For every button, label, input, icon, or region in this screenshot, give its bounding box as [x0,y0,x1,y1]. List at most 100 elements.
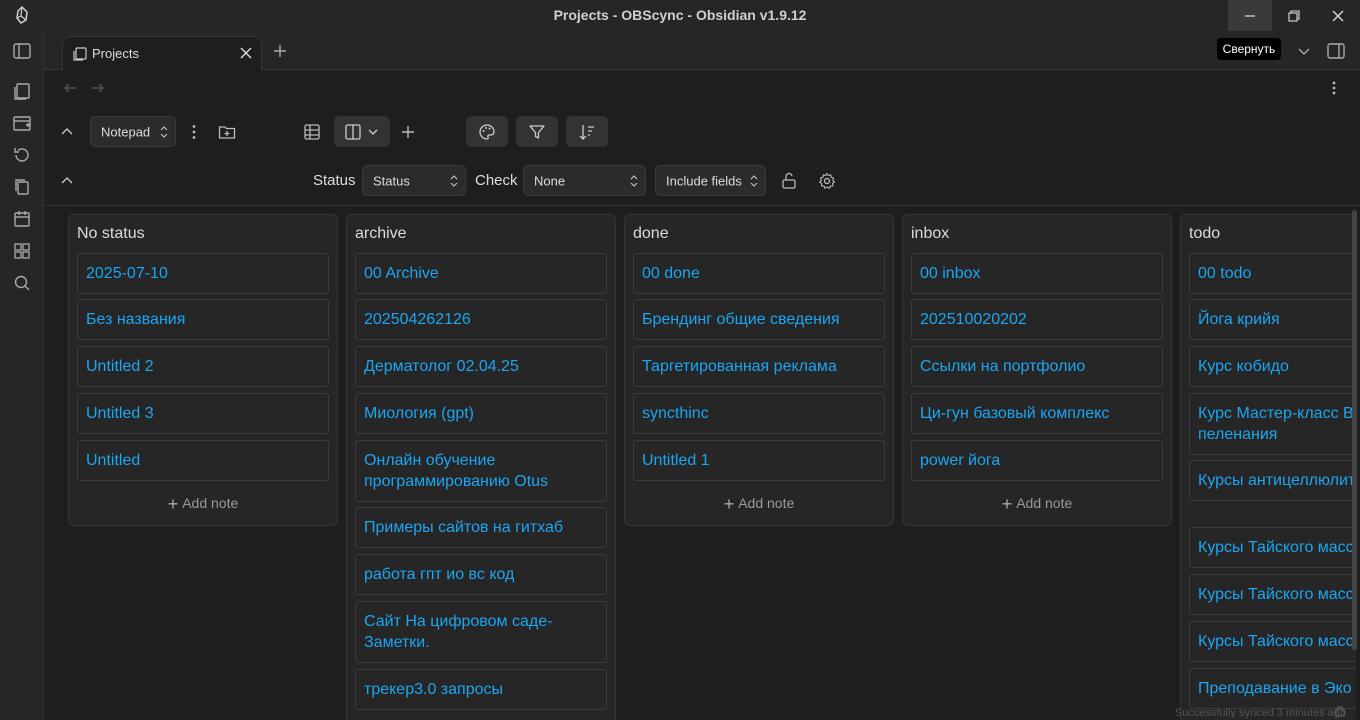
sync-status-text: Successfully synced 3 minutes ago [1174,707,1346,719]
tab-label: Projects [92,46,139,61]
column-title: No status [77,225,145,242]
columns-icon [345,123,361,140]
note-card[interactable]: Таргетированная реклама [633,346,885,387]
note-card[interactable]: Ссылки на портфолио [911,346,1163,387]
search-icon[interactable] [12,273,32,293]
arrow-right-icon[interactable] [90,80,106,96]
include-fields-select[interactable]: Include fields [655,165,766,196]
gear-icon[interactable] [818,172,836,190]
add-note-button[interactable]: + Add note [69,494,337,515]
restore-icon [1288,9,1300,22]
close-window-button[interactable] [1316,0,1360,31]
add-note-label: Add note [1016,495,1073,511]
updown-chevron-icon [160,125,168,138]
note-card[interactable]: Untitled [77,440,329,481]
note-card[interactable]: работа гпт ио вс код [355,554,607,595]
board-column-archive: archive 00 Archive 202504262126 Дерматол… [346,214,616,720]
calendar-icon[interactable] [12,209,32,229]
close-tab-icon[interactable] [239,46,253,60]
color-button[interactable] [466,116,508,147]
sort-icon [579,124,594,140]
note-card[interactable]: Курс кобидо [1189,346,1356,387]
check-field-value: None [534,173,566,188]
pages-icon[interactable] [12,81,32,101]
sync-icon[interactable] [1334,706,1346,718]
vertical-scrollbar[interactable] [1352,210,1357,650]
more-options-icon[interactable] [1326,80,1342,96]
table-icon[interactable] [303,123,321,141]
note-card[interactable]: Ци-гун базовый комплекс [911,393,1163,434]
note-card[interactable]: Примеры сайтов на гитхаб [355,507,607,548]
add-note-button[interactable]: + Add note [903,494,1171,515]
chevron-down-icon[interactable] [1296,43,1312,59]
note-card[interactable]: Без названия [77,299,329,340]
minimize-button[interactable] [1228,0,1272,31]
minimize-tooltip: Свернуть [1217,38,1281,60]
pages-icon [73,47,87,61]
view-select[interactable]: Notepad [90,116,176,147]
more-vertical-icon[interactable] [185,123,203,141]
tab-projects[interactable]: Projects [62,36,262,70]
note-card[interactable]: Курсы антицеллюлит массажа [1189,460,1356,501]
sort-button[interactable] [566,116,608,147]
arrow-left-icon[interactable] [62,80,78,96]
sidebar-toggle-icon[interactable] [12,41,32,61]
note-card[interactable]: power йога [911,440,1163,481]
add-note-label: Add note [738,495,795,511]
plus-icon[interactable] [399,123,417,141]
chevron-up-icon[interactable] [58,172,76,190]
add-note-button[interactable]: + Add note [625,494,893,515]
note-card[interactable]: Йога крийя [1189,299,1356,340]
canvas-icon[interactable] [12,113,32,133]
note-card[interactable]: Брендинг общие сведения [633,299,885,340]
check-field-select[interactable]: None [523,165,646,196]
copy-icon[interactable] [12,177,32,197]
board-column-inbox: inbox 00 inbox 202510020202 Ссылки на по… [902,214,1172,526]
note-card[interactable]: трекер3.0 запросы [355,669,607,710]
note-card[interactable]: Сайт На цифровом саде- Заметки. [355,601,607,663]
note-card[interactable]: Миология (gpt) [355,393,607,434]
column-title: done [633,225,669,242]
history-icon[interactable] [12,145,32,165]
note-card[interactable]: 202504262126 [355,299,607,340]
note-card[interactable]: Курсы Тайского масс [1189,527,1356,568]
note-card[interactable]: 00 todo [1189,253,1356,294]
filter-button[interactable] [516,116,558,147]
note-card[interactable]: 00 Archive [355,253,607,294]
chevron-up-icon[interactable] [58,123,76,141]
note-card[interactable]: Дерматолог 02.04.25 [355,346,607,387]
note-card[interactable]: Untitled 2 [77,346,329,387]
sync-status: Successfully synced 3 minutes ago [1175,707,1346,719]
note-card[interactable]: Онлайн обучение программированию Otus [355,440,607,502]
note-card[interactable]: 202510020202 [911,299,1163,340]
updown-chevron-icon [750,174,758,187]
note-card[interactable]: Курсы Тайского масс [1189,621,1356,662]
chevron-down-icon [368,129,378,135]
add-note-label: Add note [182,495,239,511]
right-sidebar-toggle-icon[interactable] [1326,41,1346,61]
note-card[interactable]: Курс Мастер-класс В пеленания [1189,393,1356,455]
board-view-button[interactable] [334,116,390,147]
note-card[interactable]: 2025-07-10 [77,253,329,294]
note-card[interactable]: Untitled 3 [77,393,329,434]
unlock-icon[interactable] [780,172,798,190]
new-tab-icon[interactable] [272,43,288,59]
updown-chevron-icon [450,174,458,187]
note-card[interactable]: Курсы Тайского масс [1189,574,1356,615]
note-card[interactable]: Untitled 1 [633,440,885,481]
status-field-value: Status [373,173,410,188]
note-card[interactable]: syncthinc [633,393,885,434]
restore-button[interactable] [1272,0,1316,31]
close-icon [1332,10,1344,21]
column-title: archive [355,225,407,242]
folder-plus-icon[interactable] [218,123,236,141]
note-card[interactable]: 00 inbox [911,253,1163,294]
dashboard-icon[interactable] [12,241,32,261]
check-label: Check [475,172,518,189]
plus-icon: + [723,494,735,514]
include-fields-value: Include fields [666,173,742,188]
note-card[interactable]: 00 done [633,253,885,294]
status-field-select[interactable]: Status [362,165,466,196]
note-card[interactable]: Преподавание в Эко [1189,668,1356,709]
plus-icon: + [167,494,179,514]
